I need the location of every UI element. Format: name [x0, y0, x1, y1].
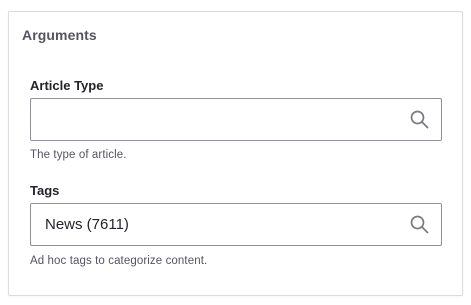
- search-icon[interactable]: [410, 215, 429, 234]
- article-type-label: Article Type: [30, 78, 104, 93]
- article-type-autocomplete: [30, 98, 442, 141]
- article-type-input[interactable]: [31, 99, 401, 140]
- tags-input[interactable]: [31, 204, 401, 245]
- article-type-description: The type of article.: [30, 149, 127, 161]
- fieldset-legend: Arguments: [22, 27, 97, 43]
- tags-label: Tags: [30, 183, 60, 198]
- search-icon[interactable]: [410, 110, 429, 129]
- tags-autocomplete: [30, 203, 442, 246]
- tags-description: Ad hoc tags to categorize content.: [30, 255, 208, 267]
